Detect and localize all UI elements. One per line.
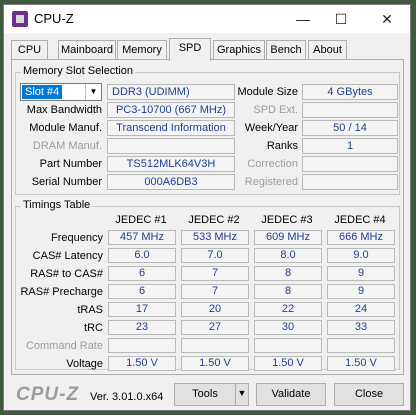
module-manuf-label: Module Manuf. bbox=[29, 122, 102, 134]
timing-cell: 6.0 bbox=[108, 248, 176, 263]
timing-cell: 533 MHz bbox=[181, 230, 249, 245]
timing-cell: 8.0 bbox=[254, 248, 322, 263]
serial-number-label: Serial Number bbox=[31, 176, 102, 188]
ranks-label: Ranks bbox=[266, 140, 298, 152]
minimize-button[interactable]: — bbox=[288, 7, 318, 31]
timing-cell: 6 bbox=[108, 266, 176, 281]
tab-about[interactable]: About bbox=[308, 40, 347, 59]
timing-cell: 22 bbox=[254, 302, 322, 317]
slot-select[interactable]: Slot #4 ▼ bbox=[20, 83, 102, 101]
jedec-column-header: JEDEC #1 bbox=[115, 214, 167, 226]
tools-button[interactable]: Tools bbox=[174, 383, 236, 406]
dram-manuf-label: DRAM Manuf. bbox=[32, 140, 102, 152]
timing-row-label: RAS# to CAS# bbox=[30, 268, 103, 280]
timings-group-label: Timings Table bbox=[21, 199, 93, 211]
cpuz-window: CPU-Z — ☐ ✕ CPU Mainboard Memory SPD Gra… bbox=[3, 4, 411, 411]
correction-value bbox=[302, 156, 398, 172]
module-manuf-value: Transcend Information bbox=[107, 120, 235, 136]
timing-cell bbox=[108, 338, 176, 353]
timing-cell: 6 bbox=[108, 284, 176, 299]
window-title: CPU-Z bbox=[34, 11, 74, 26]
timing-row-label: tRC bbox=[84, 322, 103, 334]
timing-row-label: RAS# Precharge bbox=[20, 286, 103, 298]
module-size-value: 4 GBytes bbox=[302, 84, 398, 100]
timing-cell bbox=[327, 338, 395, 353]
module-size-label: Module Size bbox=[237, 86, 298, 98]
timing-cell: 20 bbox=[181, 302, 249, 317]
timing-row-label: Command Rate bbox=[25, 340, 103, 352]
timing-row-label: Frequency bbox=[51, 232, 103, 244]
jedec-column-header: JEDEC #3 bbox=[261, 214, 313, 226]
memory-type-value: DDR3 (UDIMM) bbox=[107, 84, 235, 100]
version-text: Ver. 3.01.0.x64 bbox=[90, 391, 164, 403]
timing-cell: 609 MHz bbox=[254, 230, 322, 245]
registered-value bbox=[302, 174, 398, 190]
tab-memory[interactable]: Memory bbox=[117, 40, 167, 59]
timing-cell: 1.50 V bbox=[181, 356, 249, 371]
timing-cell: 8 bbox=[254, 266, 322, 281]
jedec-column-header: JEDEC #4 bbox=[334, 214, 386, 226]
part-number-label: Part Number bbox=[39, 158, 102, 170]
timing-row-label: tRAS bbox=[77, 304, 103, 316]
timing-cell: 1.50 V bbox=[108, 356, 176, 371]
dram-manuf-value bbox=[107, 138, 235, 154]
timing-cell: 457 MHz bbox=[108, 230, 176, 245]
tab-mainboard[interactable]: Mainboard bbox=[58, 40, 116, 59]
tab-bench[interactable]: Bench bbox=[266, 40, 306, 59]
timing-cell: 9 bbox=[327, 284, 395, 299]
timing-cell: 1.50 V bbox=[254, 356, 322, 371]
maximize-button[interactable]: ☐ bbox=[326, 7, 356, 31]
chevron-down-icon[interactable]: ▼ bbox=[85, 84, 101, 100]
max-bandwidth-value: PC3-10700 (667 MHz) bbox=[107, 102, 235, 118]
footer-bar: CPU-Z Ver. 3.01.0.x64 Tools ▼ Validate C… bbox=[4, 378, 410, 410]
spd-ext-label: SPD Ext. bbox=[253, 104, 298, 116]
timing-cell: 1.50 V bbox=[327, 356, 395, 371]
jedec-column-header: JEDEC #2 bbox=[188, 214, 240, 226]
max-bandwidth-label: Max Bandwidth bbox=[26, 104, 102, 116]
close-button[interactable]: Close bbox=[334, 383, 404, 406]
tab-cpu[interactable]: CPU bbox=[11, 40, 48, 59]
timing-cell: 8 bbox=[254, 284, 322, 299]
timing-cell: 7 bbox=[181, 266, 249, 281]
timing-cell: 9 bbox=[327, 266, 395, 281]
timing-cell bbox=[181, 338, 249, 353]
timing-cell: 33 bbox=[327, 320, 395, 335]
slot-select-value: Slot #4 bbox=[22, 85, 63, 99]
tab-spd[interactable]: SPD bbox=[169, 38, 211, 61]
correction-label: Correction bbox=[247, 158, 298, 170]
timing-cell: 666 MHz bbox=[327, 230, 395, 245]
timing-cell: 9.0 bbox=[327, 248, 395, 263]
serial-number-value: 000A6DB3 bbox=[107, 174, 235, 190]
registered-label: Registered bbox=[244, 176, 298, 188]
timing-cell: 30 bbox=[254, 320, 322, 335]
memory-slot-group-label: Memory Slot Selection bbox=[21, 65, 136, 77]
close-window-button[interactable]: ✕ bbox=[372, 7, 402, 31]
week-year-label: Week/Year bbox=[244, 122, 298, 134]
timing-row-label: CAS# Latency bbox=[32, 250, 103, 262]
spd-ext-value bbox=[302, 102, 398, 118]
timing-cell: 27 bbox=[181, 320, 249, 335]
spd-panel: Memory Slot Selection Slot #4 ▼ DDR3 (UD… bbox=[11, 59, 404, 375]
timing-cell: 23 bbox=[108, 320, 176, 335]
timing-cell: 17 bbox=[108, 302, 176, 317]
timing-cell: 7.0 bbox=[181, 248, 249, 263]
tools-dropdown-icon[interactable]: ▼ bbox=[235, 383, 249, 406]
cpuz-logo: CPU-Z bbox=[16, 384, 80, 405]
week-year-value: 50 / 14 bbox=[302, 120, 398, 136]
cpuz-app-icon bbox=[12, 11, 28, 27]
title-bar[interactable]: CPU-Z — ☐ ✕ bbox=[4, 5, 410, 33]
timing-cell: 7 bbox=[181, 284, 249, 299]
part-number-value: TS512MLK64V3H bbox=[107, 156, 235, 172]
timing-cell bbox=[254, 338, 322, 353]
validate-button[interactable]: Validate bbox=[256, 383, 326, 406]
ranks-value: 1 bbox=[302, 138, 398, 154]
timing-cell: 24 bbox=[327, 302, 395, 317]
timing-row-label: Voltage bbox=[66, 358, 103, 370]
tab-graphics[interactable]: Graphics bbox=[213, 40, 265, 59]
